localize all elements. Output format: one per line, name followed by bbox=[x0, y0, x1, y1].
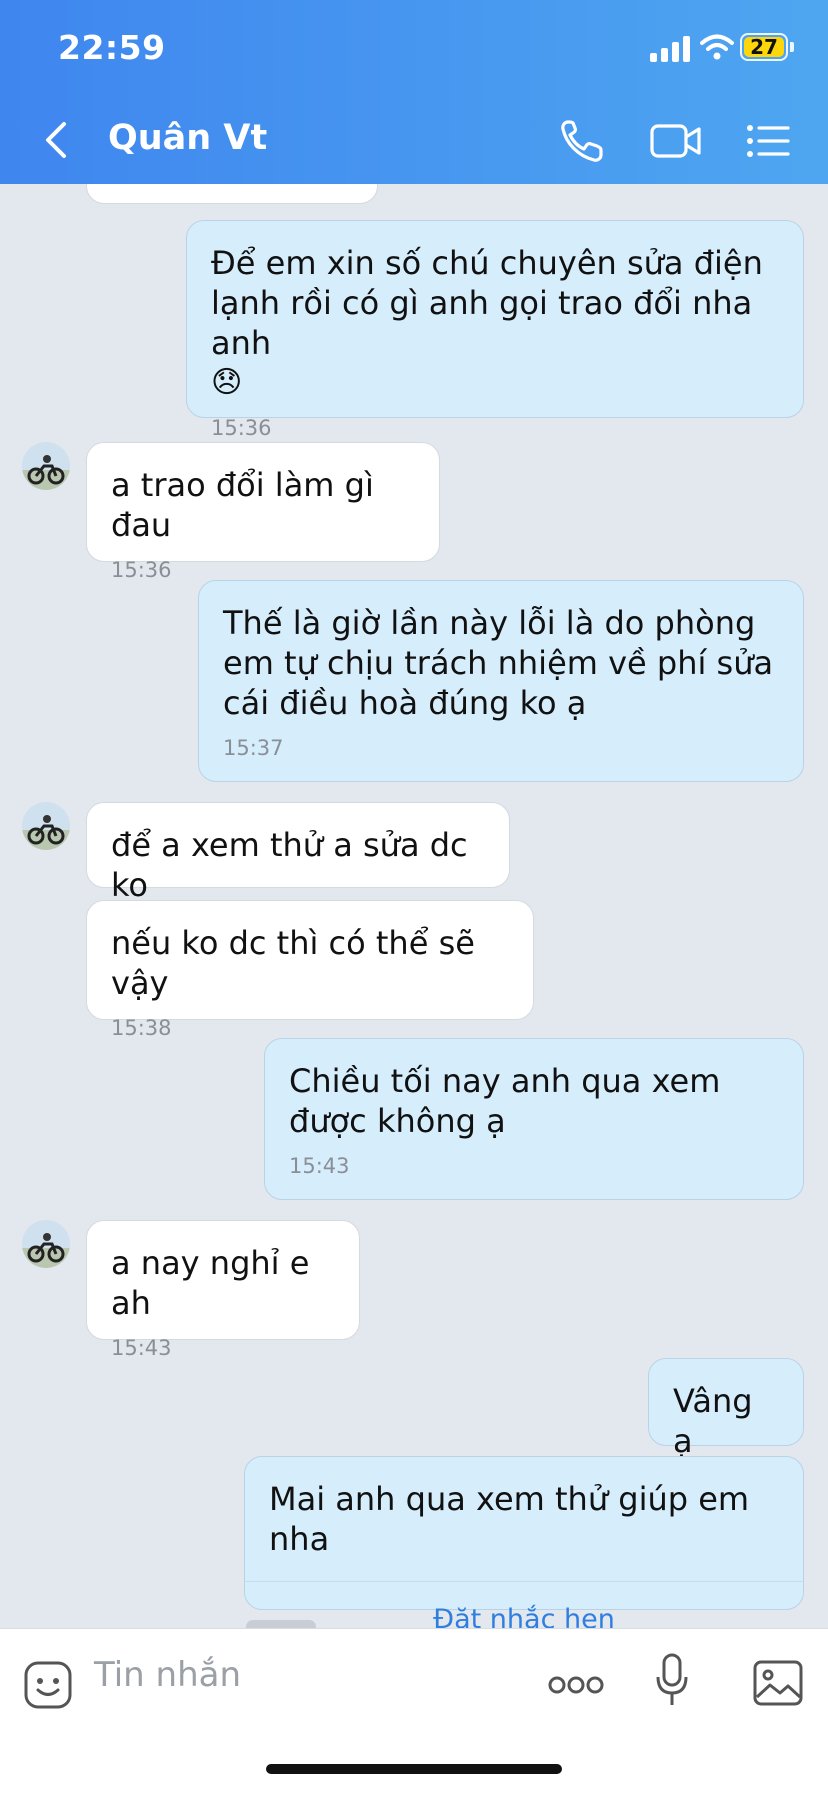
message-bubble-outgoing[interactable]: Chiều tối nay anh qua xem được không ạ 1… bbox=[264, 1038, 804, 1200]
message-text: Thế là giờ lần này lỗi là do phòng em tự… bbox=[223, 604, 774, 722]
cellular-signal-icon bbox=[650, 34, 692, 62]
contact-name[interactable]: Quân Vt bbox=[108, 118, 267, 158]
message-bubble-outgoing[interactable]: Để em xin số chú chuyên sửa điện lạnh rồ… bbox=[186, 220, 804, 440]
message-time: 15:37 bbox=[223, 736, 284, 760]
message-text: để a xem thử a sửa dc ko bbox=[111, 826, 468, 904]
sticker-icon[interactable] bbox=[22, 1659, 74, 1711]
chat-header: 22:59 27 Quân Vt bbox=[0, 0, 828, 184]
battery-icon: 27 bbox=[740, 33, 788, 61]
motorbike-avatar-icon bbox=[22, 802, 70, 850]
avatar[interactable] bbox=[22, 802, 70, 850]
message-bubble-outgoing[interactable]: Mai anh qua xem thử giúp em nha Đặt nhắc… bbox=[244, 1456, 804, 1628]
message-text: a nay nghỉ e ah bbox=[111, 1244, 310, 1322]
message-text: a trao đổi làm gì đau bbox=[111, 466, 374, 544]
message-text: nếu ko dc thì có thể sẽ vậy bbox=[111, 924, 475, 1002]
message-time: 15:36 bbox=[211, 416, 272, 440]
message-list[interactable]: Để em xin số chú chuyên sửa điện lạnh rồ… bbox=[0, 184, 828, 1628]
home-indicator[interactable] bbox=[266, 1764, 562, 1774]
message-bubble-incoming[interactable]: nếu ko dc thì có thể sẽ vậy 15:38 bbox=[86, 900, 534, 1040]
message-bubble-incoming[interactable]: a nay nghỉ e ah 15:43 bbox=[86, 1220, 360, 1360]
wifi-icon bbox=[700, 34, 734, 60]
phone-icon[interactable] bbox=[556, 116, 612, 166]
message-bubble-partial bbox=[86, 184, 378, 204]
menu-list-icon[interactable] bbox=[740, 116, 796, 166]
motorbike-avatar-icon bbox=[22, 442, 70, 490]
image-gallery-icon[interactable] bbox=[752, 1659, 804, 1707]
message-bubble-incoming[interactable]: để a xem thử a sửa dc ko bbox=[86, 802, 510, 904]
set-reminder-button[interactable]: Đặt nhắc hẹn bbox=[245, 1581, 803, 1628]
message-text: Để em xin số chú chuyên sửa điện lạnh rồ… bbox=[211, 244, 763, 362]
battery-level: 27 bbox=[744, 35, 784, 59]
message-text: Chiều tối nay anh qua xem được không ạ bbox=[289, 1062, 721, 1140]
message-bubble-outgoing[interactable]: Thế là giờ lần này lỗi là do phòng em tự… bbox=[198, 580, 804, 782]
avatar[interactable] bbox=[22, 1220, 70, 1268]
message-text: Vâng ạ bbox=[673, 1382, 753, 1460]
battery-tip bbox=[790, 42, 794, 52]
back-icon[interactable] bbox=[40, 118, 70, 162]
message-bubble-outgoing[interactable]: Vâng ạ bbox=[648, 1358, 804, 1460]
message-input[interactable]: Tin nhắn bbox=[94, 1655, 241, 1695]
status-time: 22:59 bbox=[58, 28, 166, 67]
microphone-icon[interactable] bbox=[652, 1651, 692, 1711]
motorbike-avatar-icon bbox=[22, 1220, 70, 1268]
message-bubble-incoming[interactable]: a trao đổi làm gì đau 15:36 bbox=[86, 442, 440, 582]
avatar[interactable] bbox=[22, 442, 70, 490]
more-options-icon[interactable] bbox=[548, 1671, 604, 1699]
video-call-icon[interactable] bbox=[648, 116, 704, 166]
message-time: 15:43 bbox=[289, 1154, 350, 1178]
emoji: 😞 bbox=[211, 365, 243, 400]
message-text: Mai anh qua xem thử giúp em nha bbox=[269, 1480, 750, 1558]
message-indicator-partial bbox=[246, 1620, 316, 1628]
message-time: 15:43 bbox=[111, 1336, 172, 1360]
